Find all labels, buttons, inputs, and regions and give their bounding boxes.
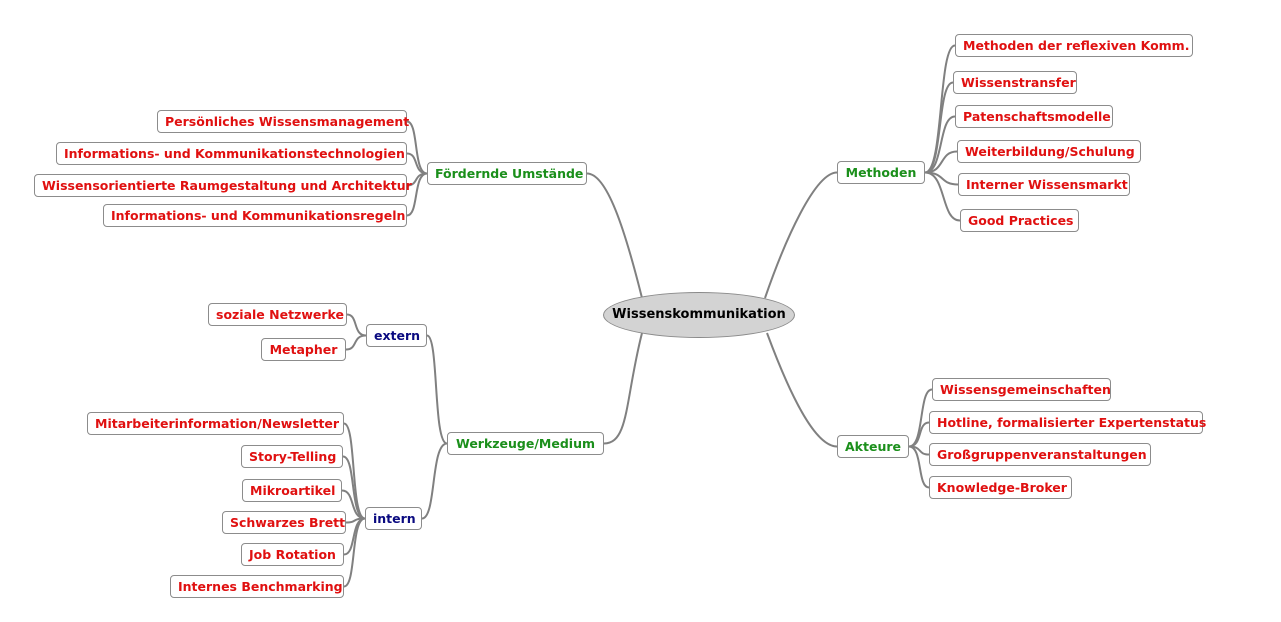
subtopic-reflexive-kommunikation[interactable]: Methoden der reflexiven Komm. <box>955 34 1193 57</box>
subtopic-hotline-expertenstatus[interactable]: Hotline, formalisierter Expertenstatus <box>929 411 1206 434</box>
subtopic-persoenliches-wissensmanagement[interactable]: Persönliches Wissensmanagement <box>157 110 409 133</box>
subtopic-knowledge-broker[interactable]: Knowledge-Broker <box>929 476 1072 499</box>
leaf-internes-benchmarking[interactable]: Internes Benchmarking <box>170 575 344 598</box>
subtopic-grossgruppenveranstaltungen[interactable]: Großgruppenveranstaltungen <box>929 443 1151 466</box>
topic-methoden[interactable]: Methoden <box>837 161 925 184</box>
connector-akteure <box>908 445 930 489</box>
connector-extern <box>346 313 367 337</box>
connector-methoden <box>924 81 954 174</box>
topic-werkzeuge-medium[interactable]: Werkzeuge/Medium <box>447 432 604 455</box>
leaf-mikroartikel[interactable]: Mikroartikel <box>242 479 342 502</box>
central-topic[interactable]: Wissenskommunikation <box>603 292 795 338</box>
leaf-mitarbeiterinformation-newsletter[interactable]: Mitarbeiterinformation/Newsletter <box>87 412 344 435</box>
connector-werkzeuge <box>426 334 448 445</box>
subtopic-wissenstransfer[interactable]: Wissenstransfer <box>953 71 1077 94</box>
subtopic-good-practices[interactable]: Good Practices <box>960 209 1079 232</box>
connector-werkzeuge <box>421 442 448 520</box>
subtopic-patenschaftsmodelle[interactable]: Patenschaftsmodelle <box>955 105 1113 128</box>
subtopic-weiterbildung-schulung[interactable]: Weiterbildung/Schulung <box>957 140 1141 163</box>
connector-center-werkzeuge <box>603 332 643 445</box>
subtopic-interner-wissensmarkt[interactable]: Interner Wissensmarkt <box>958 173 1130 196</box>
leaf-job-rotation[interactable]: Job Rotation <box>241 543 344 566</box>
topic-akteure[interactable]: Akteure <box>837 435 909 458</box>
topic-foerdernde-umstaende[interactable]: Fördernde Umstände <box>427 162 587 185</box>
subtopic-wissensgemeinschaften[interactable]: Wissensgemeinschaften <box>932 378 1111 401</box>
connector-center-akteure <box>766 332 838 448</box>
connector-center-foerdernde <box>586 172 643 299</box>
subtopic-iuk-regeln[interactable]: Informations- und Kommunikationsregeln <box>103 204 407 227</box>
leaf-schwarzes-brett[interactable]: Schwarzes Brett <box>222 511 346 534</box>
subtopic-extern[interactable]: extern <box>366 324 427 347</box>
leaf-metapher[interactable]: Metapher <box>261 338 346 361</box>
connector-intern <box>343 422 366 520</box>
leaf-soziale-netzwerke[interactable]: soziale Netzwerke <box>208 303 347 326</box>
connector-extern <box>345 334 367 351</box>
connector-center-methoden <box>764 171 838 299</box>
subtopic-intern[interactable]: intern <box>365 507 422 530</box>
subtopic-iuk-technologien[interactable]: Informations- und Kommunikationstechnolo… <box>56 142 407 165</box>
leaf-story-telling[interactable]: Story-Telling <box>241 445 343 468</box>
subtopic-raumgestaltung-architektur[interactable]: Wissensorientierte Raumgestaltung und Ar… <box>34 174 412 197</box>
